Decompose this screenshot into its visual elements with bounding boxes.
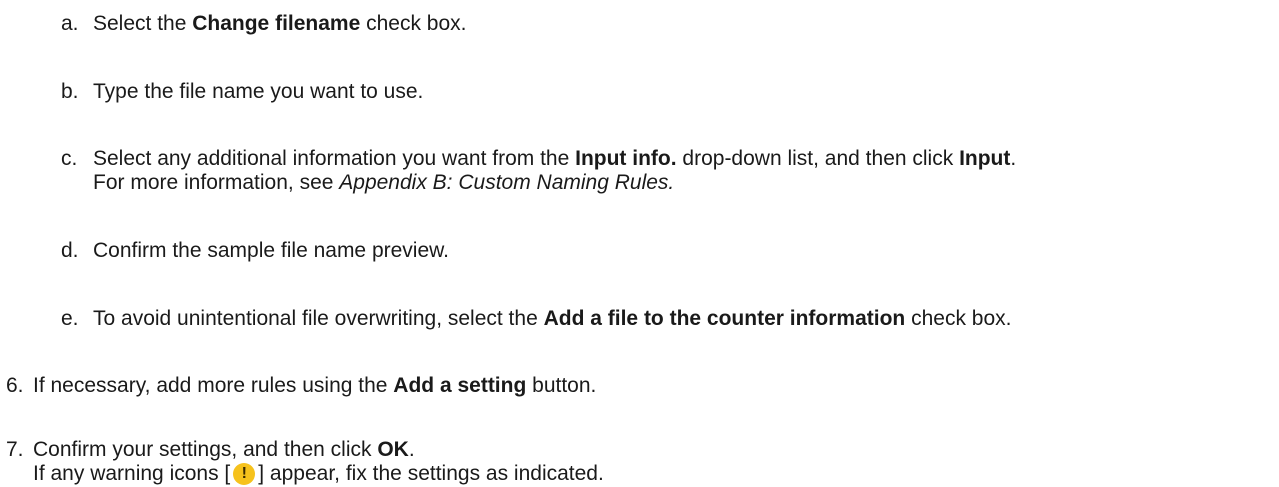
step-e: e. To avoid unintentional file overwritin… <box>61 305 1012 332</box>
step-c: c. Select any additional information you … <box>61 145 1016 172</box>
step-7-warning-line: If any warning icons [!] appear, fix the… <box>33 462 604 485</box>
step-text: If necessary, add more rules using the A… <box>33 374 597 397</box>
step-b: b. Type the file name you want to use. <box>61 78 423 105</box>
step-marker: b. <box>61 80 79 103</box>
step-marker: c. <box>61 147 78 170</box>
step-marker: 7. <box>6 438 24 461</box>
step-marker: e. <box>61 307 79 330</box>
step-text: Confirm your settings, and then click OK… <box>33 438 415 461</box>
step-marker: a. <box>61 12 79 35</box>
appendix-reference: Appendix B: Custom Naming Rules. <box>339 171 675 194</box>
step-text: Type the file name you want to use. <box>93 80 424 103</box>
step-6: 6. If necessary, add more rules using the… <box>6 372 596 399</box>
warning-icon: ! <box>233 463 256 485</box>
step-text: Select any additional information you wa… <box>93 147 1017 170</box>
step-7: 7. Confirm your settings, and then click … <box>6 436 415 463</box>
step-marker: 6. <box>6 374 24 397</box>
step-marker: d. <box>61 239 79 262</box>
step-c-continuation: For more information, see Appendix B: Cu… <box>93 171 675 194</box>
step-text: To avoid unintentional file overwriting,… <box>93 307 1012 330</box>
step-text: Confirm the sample file name preview. <box>93 239 449 262</box>
step-d: d. Confirm the sample file name preview. <box>61 237 449 264</box>
step-text: Select the Change filename check box. <box>93 12 467 35</box>
step-a: a. Select the Change filename check box. <box>61 10 467 37</box>
